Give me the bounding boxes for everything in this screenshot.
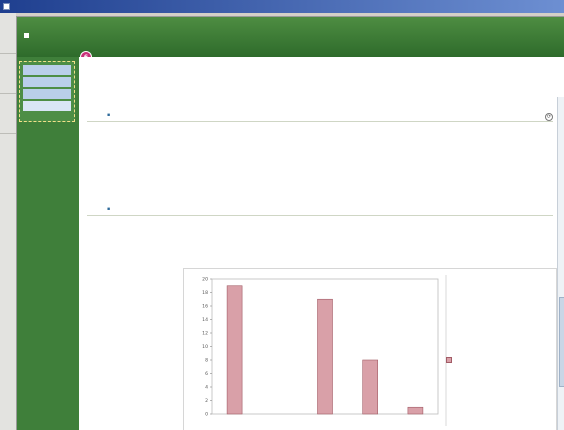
header-logo — [457, 35, 547, 43]
scrollbar-thumb[interactable] — [559, 297, 564, 387]
bar-chart: 0 2 4 6 8 10 12 14 16 18 20 — [183, 268, 557, 430]
y-tick-label: 14 — [202, 317, 208, 323]
left-gutter — [0, 13, 16, 430]
y-tick-label: 2 — [205, 398, 208, 404]
popup-window: 6 ⟳ 0 2 4 6 8 10 12 14 16 18 20 — [16, 16, 564, 430]
vertical-scrollbar[interactable] — [557, 97, 564, 430]
refresh-button[interactable]: ⟳ — [545, 113, 553, 121]
section-title-1 — [107, 113, 110, 118]
sidebar — [17, 57, 79, 430]
sidebar-item-1[interactable] — [23, 65, 71, 75]
sidebar-item-3[interactable] — [23, 89, 71, 99]
y-tick-label: 18 — [202, 290, 208, 296]
section-title-2 — [107, 207, 110, 212]
content-area: ⟳ 0 2 4 6 8 10 12 14 16 18 20 — [79, 57, 564, 430]
chart-legend — [446, 357, 455, 364]
y-tick-label: 10 — [202, 344, 208, 350]
header-square-icon — [24, 33, 29, 38]
y-tick-label: 20 — [202, 277, 208, 283]
bar — [226, 285, 243, 415]
y-tick-label: 8 — [205, 358, 208, 364]
y-tick-label: 6 — [205, 371, 208, 377]
y-tick-label: 4 — [205, 385, 208, 391]
bar-chart-svg: 0 2 4 6 8 10 12 14 16 18 20 — [202, 275, 447, 426]
section1-divider — [87, 121, 553, 122]
window-header — [17, 17, 564, 57]
section2-divider — [87, 215, 553, 216]
sidebar-item-2[interactable] — [23, 77, 71, 87]
y-tick-label: 16 — [202, 304, 208, 310]
bar — [362, 359, 378, 415]
bar — [407, 406, 424, 415]
legend-swatch — [446, 357, 452, 363]
sidebar-item-4[interactable] — [23, 101, 71, 111]
title-bar — [0, 0, 564, 13]
y-tick-label: 0 — [205, 412, 208, 418]
sidebar-menu — [19, 61, 75, 122]
app-icon — [3, 3, 10, 10]
y-tick-label: 12 — [202, 331, 208, 337]
bar — [317, 298, 333, 415]
